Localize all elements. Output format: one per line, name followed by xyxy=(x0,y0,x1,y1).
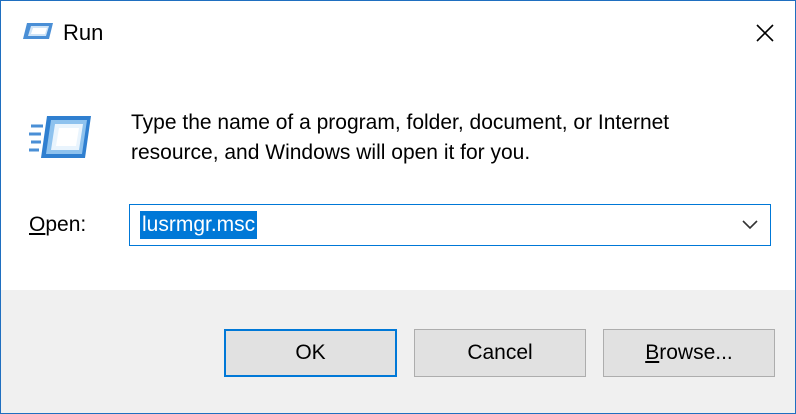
open-label-rest: pen: xyxy=(45,213,87,236)
run-icon xyxy=(29,116,91,158)
run-icon xyxy=(23,23,53,39)
open-combobox[interactable]: lusrmgr.msc xyxy=(129,204,771,246)
title-bar[interactable]: Run xyxy=(1,1,795,64)
cancel-button[interactable]: Cancel xyxy=(414,329,586,377)
browse-label-rest: rowse... xyxy=(659,341,733,364)
dropdown-button[interactable] xyxy=(736,211,764,239)
chevron-down-icon xyxy=(742,220,758,230)
open-label-mnemonic: O xyxy=(29,213,46,236)
browse-mnemonic: B xyxy=(645,341,660,364)
prompt-text: Type the name of a program, folder, docu… xyxy=(131,108,771,168)
button-bar: OK Cancel Browse... xyxy=(1,290,795,413)
prompt-line-2: resource, and Windows will open it for y… xyxy=(131,141,531,164)
browse-button[interactable]: Browse... xyxy=(603,329,775,377)
open-input[interactable]: lusrmgr.msc xyxy=(140,211,258,239)
run-dialog: Run Type the name of a program, folder, … xyxy=(0,0,796,414)
prompt-line-1: Type the name of a program, folder, docu… xyxy=(131,111,670,134)
dialog-content: Type the name of a program, folder, docu… xyxy=(1,64,795,290)
ok-button[interactable]: OK xyxy=(224,329,397,377)
window-title: Run xyxy=(63,20,104,45)
close-button[interactable] xyxy=(735,1,795,64)
open-label: Open: xyxy=(29,212,86,238)
close-icon xyxy=(756,23,774,42)
